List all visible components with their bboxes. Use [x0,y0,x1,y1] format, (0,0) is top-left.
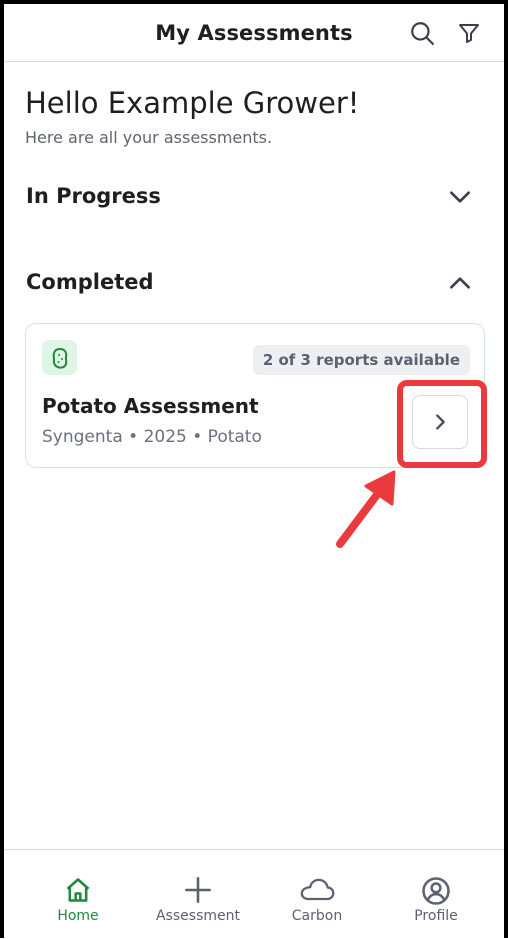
cloud-icon [300,878,335,901]
assessment-title: Potato Assessment [42,394,259,418]
section-in-progress-label: In Progress [26,184,161,208]
search-button[interactable] [407,18,437,48]
search-icon [411,22,434,45]
plus-icon [185,877,211,903]
reports-available-badge: 2 of 3 reports available [252,345,470,375]
assessment-meta: Syngenta • 2025 • Potato [42,427,262,447]
chevron-up-icon [450,277,470,289]
nav-carbon-label: Carbon [291,908,343,924]
top-app-bar: My Assessments [4,4,504,62]
nav-carbon[interactable]: Carbon [257,850,377,939]
home-icon [66,878,90,902]
nav-assessment-label: Assessment [156,908,240,924]
filter-icon [459,24,479,43]
section-in-progress-header[interactable]: In Progress [4,178,504,218]
app-screen: My Assessments Hello Example Grower! Her… [0,0,508,938]
greeting-subtitle: Here are all your assessments. [25,128,273,147]
crop-badge [42,340,77,375]
annotation-arrow-icon [336,470,396,548]
nav-profile[interactable]: Profile [376,850,496,939]
nav-assessment[interactable]: Assessment [138,850,258,939]
profile-icon [422,877,450,905]
potato-icon [52,347,67,369]
nav-home-label: Home [57,908,99,924]
chevron-down-icon [450,191,470,203]
section-completed-header[interactable]: Completed [4,264,504,304]
section-completed-label: Completed [26,270,154,294]
highlight-box [397,380,487,468]
bottom-navigation: Home Assessment Carbon Profile [4,849,504,938]
nav-profile-label: Profile [414,908,458,924]
nav-home[interactable]: Home [18,850,138,939]
greeting-title: Hello Example Grower! [25,86,360,120]
filter-button[interactable] [454,18,484,48]
